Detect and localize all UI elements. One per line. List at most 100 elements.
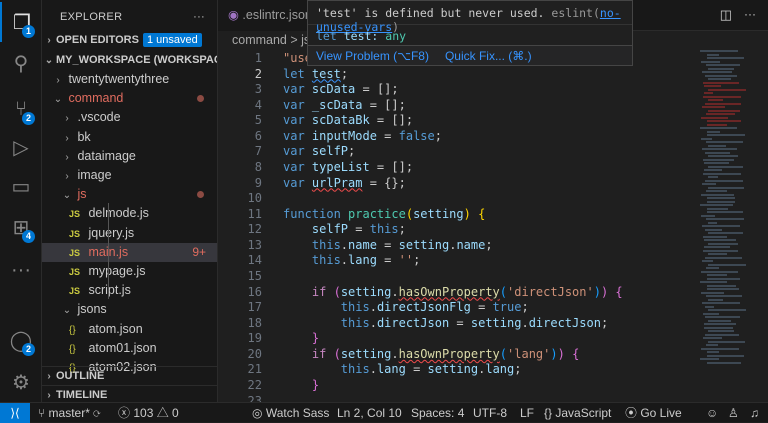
minimap-line xyxy=(706,207,729,210)
code-token: { xyxy=(478,206,486,221)
cursor-position[interactable]: Ln 2, Col 10 xyxy=(337,403,402,423)
tree-item[interactable]: › .vscode xyxy=(42,108,217,127)
notifications-bell-icon[interactable]: ♫ xyxy=(750,403,759,423)
files-icon[interactable]: ❐ 1 xyxy=(0,2,42,42)
sig-name: test: xyxy=(343,29,379,43)
code-token: var xyxy=(283,82,312,97)
remote-indicator-icon[interactable]: ⟩⟨ xyxy=(0,403,30,423)
minimap-line xyxy=(707,330,735,332)
workspace-label: MY_WORKSPACE (WORKSPACE) xyxy=(56,54,218,66)
js-file-icon: JS xyxy=(69,286,81,297)
minimap-line xyxy=(706,354,744,357)
minimap-line xyxy=(700,291,724,294)
split-editor-icon[interactable]: ◫ xyxy=(720,7,732,23)
language-mode[interactable]: {} JavaScript xyxy=(544,403,611,423)
minimap-line xyxy=(707,134,746,136)
minimap-line xyxy=(706,123,728,126)
settings-gear-icon[interactable]: ⚙ xyxy=(0,362,42,402)
accounts-icon[interactable]: ♙ xyxy=(728,403,739,423)
branch-item[interactable]: ⑂ master* ⟳ xyxy=(38,403,100,423)
workspace-section[interactable]: ⌄ MY_WORKSPACE (WORKSPACE) xyxy=(42,51,218,70)
minimap-line xyxy=(702,106,725,108)
indentation[interactable]: Spaces: 4 xyxy=(411,403,464,423)
open-editors-section[interactable]: › OPEN EDITORS 1 unsaved xyxy=(42,31,217,50)
tree-item[interactable]: ⌄ command xyxy=(42,89,217,108)
tree-item[interactable]: ⌄ js xyxy=(42,185,217,204)
view-problem-link[interactable]: View Problem (⌥F8) xyxy=(316,49,429,63)
js-file-icon: JS xyxy=(69,267,81,277)
tree-item[interactable]: JS mypage.js xyxy=(42,262,217,281)
code-token: = []; xyxy=(369,159,414,174)
tree-item[interactable]: {} atom.json xyxy=(42,320,217,339)
code-token: setting xyxy=(398,237,450,252)
remote-explorer-icon[interactable]: ▭ xyxy=(0,166,42,206)
breadcrumb[interactable]: command > js xyxy=(232,33,310,47)
code-token: ( xyxy=(499,284,508,299)
run-debug-icon[interactable]: ▷ xyxy=(0,127,42,167)
minimap-line xyxy=(705,305,714,308)
tree-item[interactable]: ⌄ jsons xyxy=(42,300,217,319)
code-token: 'lang' xyxy=(507,346,551,361)
tree-item[interactable]: › twentytwentythree xyxy=(42,70,217,89)
explorer-sidebar: EXPLORER ··· › OPEN EDITORS 1 unsaved ⌄ MY_W… xyxy=(42,0,218,402)
minimap[interactable] xyxy=(700,50,756,402)
copilot-icon[interactable]: ☺ xyxy=(706,403,718,423)
search-icon[interactable]: ⚲ xyxy=(0,43,42,83)
minimap-line xyxy=(706,277,741,280)
minimap-line xyxy=(707,155,739,157)
badge: 2 xyxy=(22,343,35,356)
eol[interactable]: LF xyxy=(520,403,534,423)
code-token: test xyxy=(311,66,341,81)
tree-item[interactable]: › dataimage xyxy=(42,147,217,166)
account-icon[interactable]: ◯ 2 xyxy=(0,320,42,360)
code-token: ) xyxy=(593,284,601,299)
outline-section[interactable]: › OUTLINE xyxy=(42,366,217,385)
tree-item[interactable]: {} atom01.json xyxy=(42,339,217,358)
extensions-icon[interactable]: ⊞ 4 xyxy=(0,207,42,247)
modified-dot xyxy=(197,95,204,103)
code-token: inputMode xyxy=(311,128,377,143)
code-editor[interactable]: 1"use strict";2let test;3var scData = []… xyxy=(218,50,698,402)
minimap-line xyxy=(706,130,720,133)
timeline-label: TIMELINE xyxy=(56,389,108,401)
line-number: 16 xyxy=(247,284,262,299)
more-actions-icon[interactable]: ··· xyxy=(744,7,756,21)
tree-item[interactable]: › bk xyxy=(42,128,217,147)
minimap-line xyxy=(700,50,738,52)
code-token: setting xyxy=(413,206,464,221)
code-token: . xyxy=(391,346,399,361)
source-control-icon[interactable]: ⑂ 2 xyxy=(0,89,42,129)
minimap-line xyxy=(707,78,732,80)
timeline-section[interactable]: › TIMELINE xyxy=(42,385,217,402)
code-token: ; xyxy=(340,66,349,81)
code-line: if (setting.hasOwnProperty('directJson')… xyxy=(283,285,623,301)
line-number: 19 xyxy=(247,331,262,346)
tree-item[interactable]: JS delmode.js xyxy=(42,204,217,223)
line-number: 10 xyxy=(247,191,262,206)
indent-guide xyxy=(108,203,109,299)
minimap-line xyxy=(704,92,713,94)
code-token: hasOwnProperty xyxy=(398,284,500,299)
code-token: selfP xyxy=(311,144,349,159)
encoding[interactable]: UTF-8 xyxy=(473,403,507,423)
go-live-button[interactable]: ⦿ Go Live xyxy=(625,403,682,423)
watch-sass-button[interactable]: ◎ Watch Sass xyxy=(252,403,329,423)
minimap-line xyxy=(704,85,721,87)
code-token: = xyxy=(470,300,493,315)
code-token: ; xyxy=(398,222,406,237)
code-token: var xyxy=(283,97,312,112)
code-token: scDataBk xyxy=(311,113,370,128)
code-line: this.directJsonFlg = true; xyxy=(283,300,529,316)
tree-item[interactable]: JS script.js xyxy=(42,281,217,300)
tree-item[interactable]: › image xyxy=(42,166,217,185)
more-actions-icon[interactable]: ··· xyxy=(193,0,205,34)
quick-fix-link[interactable]: Quick Fix... (⌘.) xyxy=(445,49,532,63)
problems-item[interactable]: ⓧ 103 △ 0 xyxy=(118,403,179,423)
code-token: = []; xyxy=(362,97,406,112)
minimap-line xyxy=(702,225,740,227)
tree-item[interactable]: JS main.js 9+ xyxy=(42,242,217,262)
tree-item[interactable]: JS jquery.js xyxy=(42,224,217,243)
more-icon[interactable]: ··· xyxy=(0,250,42,290)
code-line: let test; xyxy=(283,67,348,83)
code-token: hasOwnProperty xyxy=(398,346,500,361)
